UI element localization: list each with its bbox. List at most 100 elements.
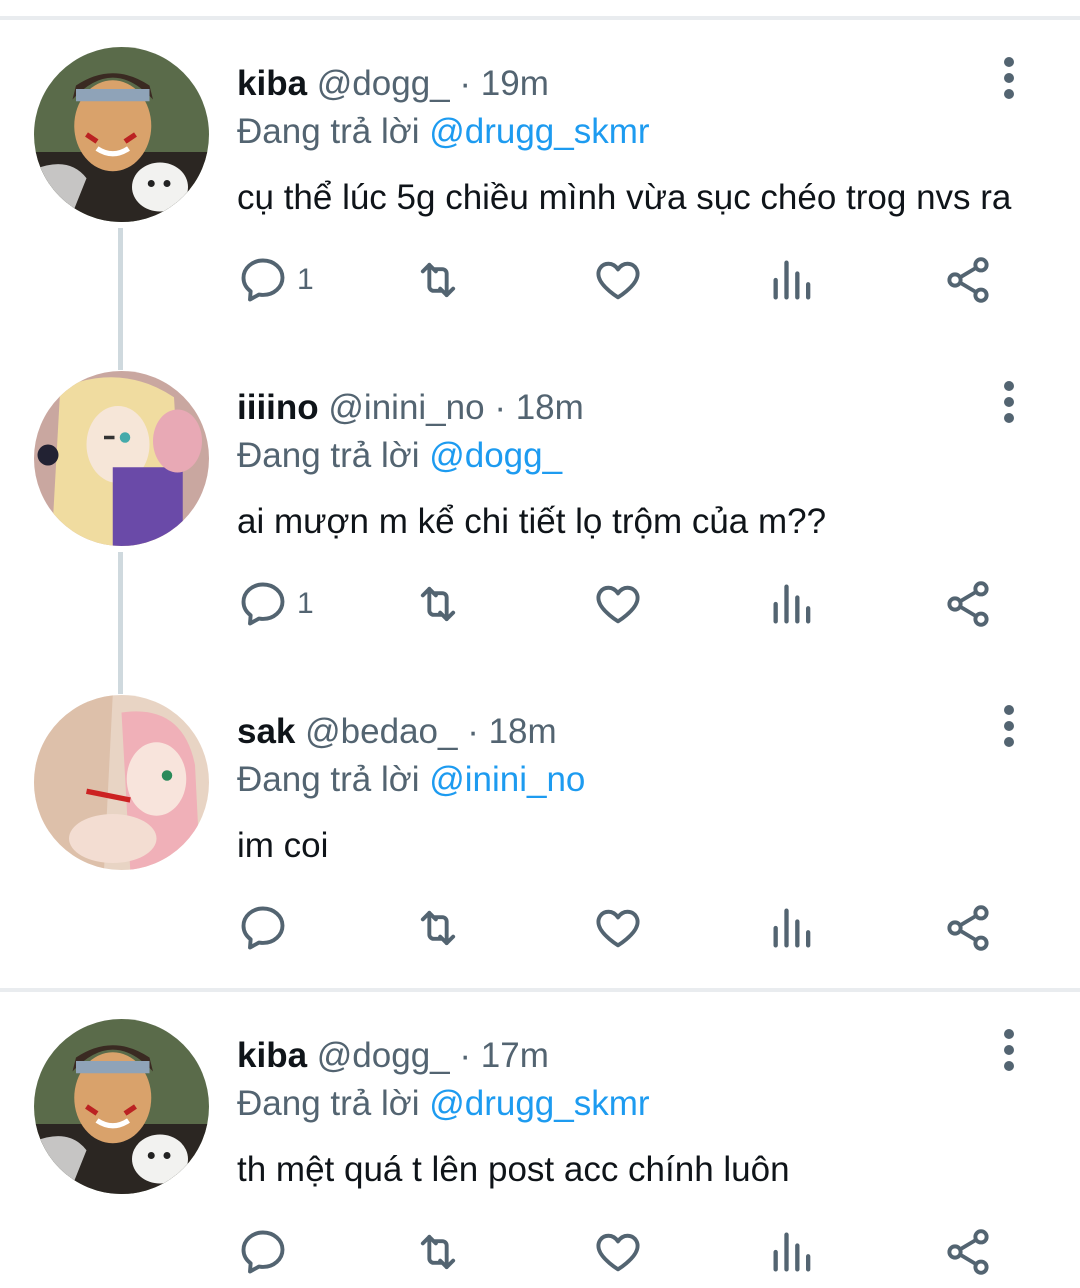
analytics-icon — [773, 908, 811, 948]
views-button[interactable] — [767, 1224, 819, 1280]
analytics-icon — [773, 1232, 811, 1272]
top-divider — [0, 16, 1080, 20]
reply-button[interactable]: 1 — [237, 576, 314, 632]
tweet-header: kiba @dogg_ · 19m — [237, 64, 549, 104]
tweet-text: th mệt quá t lên post acc chính luôn — [237, 1150, 790, 1189]
replying-to-label: Đang trả lời — [237, 760, 420, 799]
share-icon — [947, 905, 989, 951]
views-button[interactable] — [767, 900, 819, 956]
tweet[interactable]: sak @bedao_ · 18m Đang trả lời @inini_no… — [0, 695, 1080, 1015]
display-name[interactable]: kiba — [237, 64, 307, 103]
user-handle[interactable]: @dogg_ — [317, 1036, 450, 1075]
retweet-icon — [420, 262, 456, 298]
avatar[interactable] — [34, 695, 209, 870]
share-button[interactable] — [942, 252, 994, 308]
heart-icon — [596, 1233, 640, 1272]
reply-icon — [241, 1230, 285, 1274]
share-icon — [947, 1229, 989, 1275]
tweet[interactable]: kiba @dogg_ · 17m Đang trả lời @drugg_sk… — [0, 1019, 1080, 1288]
share-icon — [947, 257, 989, 303]
retweet-button[interactable] — [412, 1224, 464, 1280]
avatar[interactable] — [34, 1019, 209, 1194]
tweet[interactable]: kiba @dogg_ · 19m Đang trả lời @drugg_sk… — [0, 47, 1080, 367]
reply-icon — [241, 582, 285, 626]
tweet-header: sak @bedao_ · 18m — [237, 712, 557, 752]
tweet-text: im coi — [237, 826, 329, 865]
tweet-header: iiiino @inini_no · 18m — [237, 388, 584, 428]
mention-link[interactable]: @drugg_skmr — [429, 1084, 649, 1123]
more-vertical-icon — [1004, 381, 1014, 423]
kiba-avatar-image — [34, 1019, 209, 1194]
more-vertical-icon — [1004, 705, 1014, 747]
mention-link[interactable]: @dogg_ — [429, 436, 562, 475]
like-button[interactable] — [592, 252, 644, 308]
retweet-icon — [420, 910, 456, 946]
heart-icon — [596, 585, 640, 624]
timestamp[interactable]: 18m — [489, 712, 557, 751]
user-handle[interactable]: @inini_no — [328, 388, 484, 427]
separator-dot: · — [467, 712, 479, 751]
timestamp[interactable]: 18m — [516, 388, 584, 427]
ino-avatar-image — [34, 371, 209, 546]
sakura-avatar-image — [34, 695, 209, 870]
analytics-icon — [773, 260, 811, 300]
share-button[interactable] — [942, 1224, 994, 1280]
tweet-text: ai mượn m kể chi tiết lọ trộm của m?? — [237, 502, 827, 541]
display-name[interactable]: kiba — [237, 1036, 307, 1075]
mention-link[interactable]: @drugg_skmr — [429, 112, 649, 151]
display-name[interactable]: iiiino — [237, 388, 319, 427]
kiba-avatar-image — [34, 47, 209, 222]
retweet-button[interactable] — [412, 252, 464, 308]
separator-dot: · — [459, 1036, 472, 1075]
like-button[interactable] — [592, 900, 644, 956]
replying-to: Đang trả lời @inini_no — [237, 760, 585, 800]
reply-button[interactable] — [237, 900, 297, 956]
reply-count: 1 — [297, 587, 314, 620]
separator-dot: · — [494, 388, 506, 427]
like-button[interactable] — [592, 576, 644, 632]
tweet-text: cụ thể lúc 5g chiều mình vừa sục chéo tr… — [237, 178, 1012, 217]
retweet-button[interactable] — [412, 900, 464, 956]
tweet[interactable]: iiiino @inini_no · 18m Đang trả lời @dog… — [0, 371, 1080, 691]
mention-link[interactable]: @inini_no — [429, 760, 585, 799]
user-handle[interactable]: @dogg_ — [317, 64, 450, 103]
replying-to: Đang trả lời @drugg_skmr — [237, 1084, 650, 1124]
action-bar: 1 — [237, 576, 1017, 632]
timestamp[interactable]: 19m — [481, 64, 549, 103]
like-button[interactable] — [592, 1224, 644, 1280]
action-bar: 1 — [237, 252, 1017, 308]
heart-icon — [596, 909, 640, 948]
reply-button[interactable]: 1 — [237, 252, 314, 308]
replying-to-label: Đang trả lời — [237, 112, 420, 151]
replying-to: Đang trả lời @drugg_skmr — [237, 112, 650, 152]
more-options-button[interactable] — [990, 703, 1028, 749]
share-button[interactable] — [942, 576, 994, 632]
heart-icon — [596, 261, 640, 300]
more-vertical-icon — [1004, 57, 1014, 99]
separator-dot: · — [459, 64, 472, 103]
analytics-icon — [773, 584, 811, 624]
action-bar — [237, 900, 1017, 956]
timestamp[interactable]: 17m — [481, 1036, 549, 1075]
reply-button[interactable] — [237, 1224, 297, 1280]
views-button[interactable] — [767, 576, 819, 632]
replying-to-label: Đang trả lời — [237, 1084, 420, 1123]
avatar[interactable] — [34, 371, 209, 546]
views-button[interactable] — [767, 252, 819, 308]
more-options-button[interactable] — [990, 379, 1028, 425]
share-icon — [947, 581, 989, 627]
retweet-icon — [420, 586, 456, 622]
user-handle[interactable]: @bedao_ — [305, 712, 457, 751]
reply-count: 1 — [297, 263, 314, 296]
share-button[interactable] — [942, 900, 994, 956]
more-options-button[interactable] — [990, 1027, 1028, 1073]
replying-to-label: Đang trả lời — [237, 436, 420, 475]
reply-icon — [241, 906, 285, 950]
retweet-button[interactable] — [412, 576, 464, 632]
reply-icon — [241, 258, 285, 302]
action-bar — [237, 1224, 1017, 1280]
display-name[interactable]: sak — [237, 712, 295, 751]
avatar[interactable] — [34, 47, 209, 222]
more-options-button[interactable] — [990, 55, 1028, 101]
tweet-header: kiba @dogg_ · 17m — [237, 1036, 549, 1076]
